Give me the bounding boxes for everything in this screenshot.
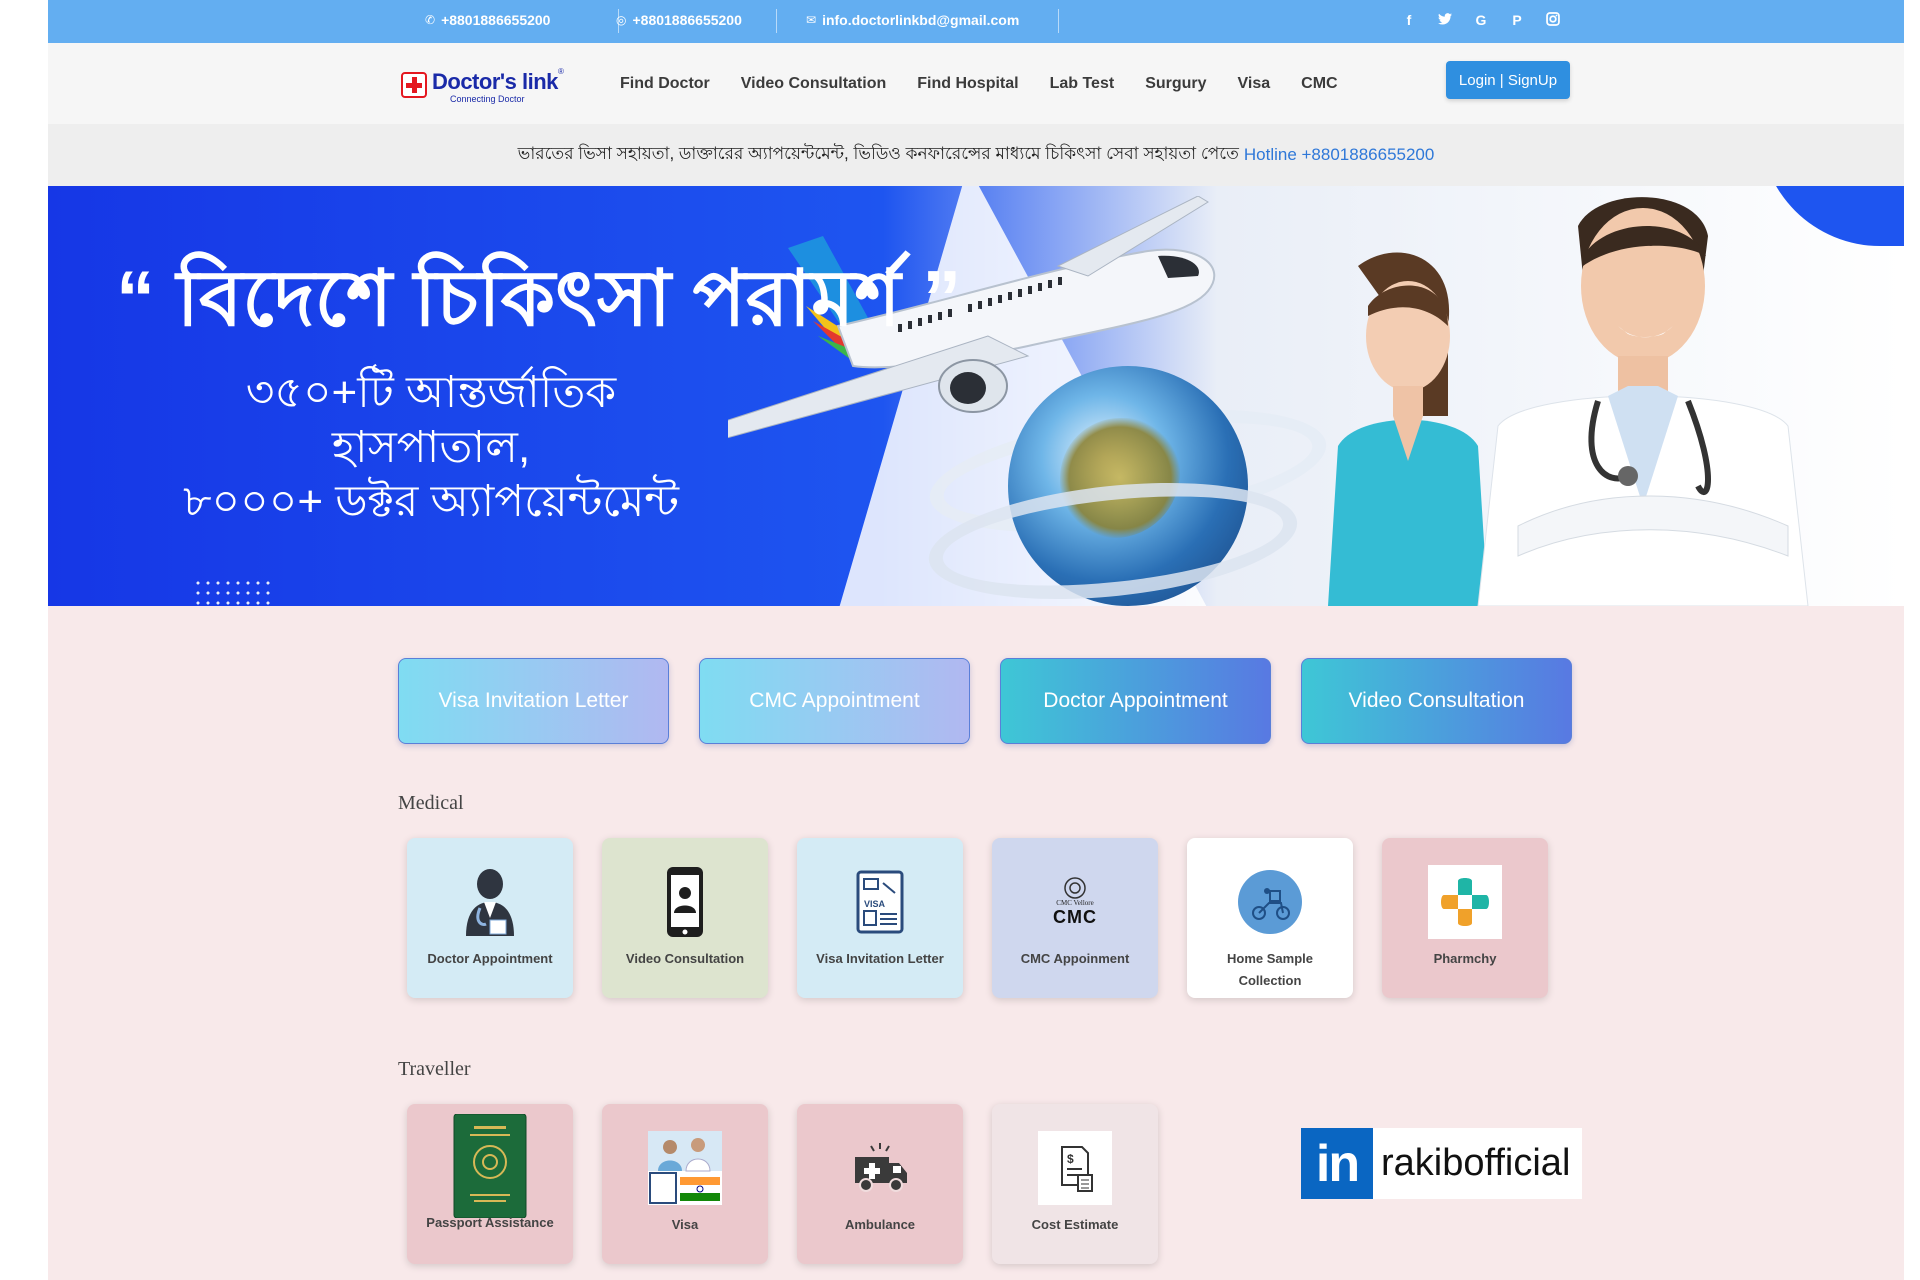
doctor-appointment-card[interactable]: Doctor Appointment: [407, 838, 573, 998]
card-label: Video Consultation: [625, 951, 745, 966]
linkedin-handle: rakibofficial: [1381, 1142, 1571, 1184]
video-consultation-card[interactable]: Video Consultation: [602, 838, 768, 998]
logo-name: Doctor's link: [432, 69, 558, 94]
phone-contact[interactable]: ✆ +8801886655200: [425, 12, 550, 28]
main-navbar: Doctor's link ® Connecting Doctor Find D…: [48, 43, 1904, 124]
cost-estimate-icon: $: [1037, 1130, 1113, 1206]
facebook-icon[interactable]: f: [1400, 12, 1418, 29]
passport-icon: [452, 1114, 528, 1218]
google-icon[interactable]: G: [1472, 12, 1490, 29]
linkedin-icon: in: [1301, 1128, 1373, 1199]
hotline-link[interactable]: Hotline +8801886655200: [1244, 145, 1434, 165]
email-contact[interactable]: ✉ info.doctorlinkbd@gmail.com: [806, 12, 1019, 28]
visa-india-icon: [647, 1130, 723, 1206]
card-label: Visa: [671, 1217, 699, 1232]
nav-find-hospital[interactable]: Find Hospital: [917, 75, 1018, 93]
cmc-vellore-logo: CMC Vellore CMC: [1037, 864, 1113, 940]
medical-cross-icon: [401, 72, 427, 98]
nav-lab-test[interactable]: Lab Test: [1050, 75, 1115, 93]
visa-invitation-letter-button[interactable]: Visa Invitation Letter: [398, 658, 669, 744]
svg-text:$: $: [1067, 1152, 1074, 1166]
doctors-link-logo[interactable]: Doctor's link ® Connecting Doctor: [401, 67, 571, 109]
hero-line-hospitals: ৩৫০+টি আন্তর্জাতিক হাসপাতাল,: [245, 368, 617, 472]
divider: [1058, 9, 1059, 33]
cmc-appointment-card[interactable]: CMC Vellore CMC CMC Appoinment: [992, 838, 1158, 998]
ambulance-card[interactable]: Ambulance: [797, 1104, 963, 1264]
card-label: CMC Appoinment: [1020, 951, 1130, 966]
visa-document-icon: VISA: [842, 864, 918, 940]
phone-icon: ✆: [425, 13, 436, 27]
divider: [776, 9, 777, 33]
card-label: Cost Estimate: [1031, 1217, 1119, 1232]
card-label: Pharmchy: [1433, 951, 1497, 966]
traveller-section-title: Traveller: [398, 1058, 471, 1080]
nav-find-doctor[interactable]: Find Doctor: [620, 75, 710, 93]
whatsapp-icon: ◎: [616, 13, 627, 27]
nav-video-consultation[interactable]: Video Consultation: [741, 75, 886, 93]
card-label: Doctor Appointment: [427, 951, 553, 966]
logo-tagline: Connecting Doctor: [450, 94, 525, 104]
hero-subtitle: ৩৫০+টি আন্তর্জাতিক হাসপাতাল, ৮০০০+ ডক্টর…: [148, 366, 714, 530]
ambulance-icon: [842, 1130, 918, 1206]
cmc-logo-text: CMC: [1053, 906, 1097, 927]
nav-surgery[interactable]: Surgury: [1145, 75, 1206, 93]
card-label: Ambulance: [844, 1217, 916, 1232]
doctor-icon: [452, 864, 528, 940]
social-links: f G P: [1400, 12, 1562, 29]
whatsapp-contact[interactable]: ◎ +8801886655200: [616, 12, 742, 28]
email-address: info.doctorlinkbd@gmail.com: [822, 12, 1020, 28]
instagram-icon[interactable]: [1544, 12, 1562, 29]
registered-mark: ®: [558, 67, 564, 76]
medical-section-title: Medical: [398, 792, 464, 814]
card-label: Home Sample Collection: [1227, 951, 1313, 988]
nav-links: Find Doctor Video Consultation Find Hosp…: [620, 75, 1369, 93]
notice-bar: ভারতের ভিসা সহায়তা, ডাক্তারের অ্যাপয়েন…: [48, 124, 1904, 186]
nav-visa[interactable]: Visa: [1238, 75, 1271, 93]
cost-estimate-card[interactable]: $ Cost Estimate: [992, 1104, 1158, 1264]
page: ✆ +8801886655200 ◎ +8801886655200 ✉ info…: [48, 0, 1904, 1280]
hero-banner: “ বিদেশে চিকিৎসা পরামর্শ ” ৩৫০+টি আন্তর্…: [48, 186, 1904, 606]
notice-text: ভারতের ভিসা সহায়তা, ডাক্তারের অ্যাপয়েন…: [517, 144, 1239, 163]
phone-number: +8801886655200: [441, 12, 551, 28]
nav-cmc[interactable]: CMC: [1301, 75, 1337, 93]
mail-icon: ✉: [806, 13, 817, 27]
card-label: Passport Assistance: [426, 1215, 554, 1230]
pharmacy-cross-icon: [1427, 864, 1503, 940]
whatsapp-number: +8801886655200: [632, 12, 742, 28]
hero-title: “ বিদেশে চিকিৎসা পরামর্শ ”: [116, 254, 962, 342]
twitter-icon[interactable]: [1436, 12, 1454, 29]
pharmacy-card[interactable]: Pharmchy: [1382, 838, 1548, 998]
linkedin-watermark: in rakibofficial: [1301, 1128, 1582, 1199]
phone-doctor-icon: [647, 864, 723, 940]
doctor-image: [1477, 197, 1809, 606]
cmc-appointment-button[interactable]: CMC Appointment: [699, 658, 970, 744]
video-consultation-button[interactable]: Video Consultation: [1301, 658, 1572, 744]
cmc-logo-sub: CMC Vellore: [1056, 898, 1094, 907]
top-contact-bar: ✆ +8801886655200 ◎ +8801886655200 ✉ info…: [48, 0, 1904, 43]
dot-pattern: [193, 578, 273, 606]
passport-assistance-card[interactable]: Passport Assistance: [407, 1104, 573, 1264]
visa-card[interactable]: Visa: [602, 1104, 768, 1264]
hero-line-doctors: ৮০০০+ ডক্টর অ্যাপয়েন্টমেন্ট: [182, 477, 680, 527]
pinterest-icon[interactable]: P: [1508, 12, 1526, 29]
doctor-appointment-button[interactable]: Doctor Appointment: [1000, 658, 1271, 744]
login-signup-button[interactable]: Login | SignUp: [1446, 61, 1570, 99]
svg-text:VISA: VISA: [864, 899, 886, 909]
card-label: Visa Invitation Letter: [816, 951, 944, 966]
delivery-scooter-icon: [1232, 864, 1308, 940]
visa-invitation-letter-card[interactable]: VISA Visa Invitation Letter: [797, 838, 963, 998]
home-sample-collection-card[interactable]: Home Sample Collection: [1187, 838, 1353, 998]
